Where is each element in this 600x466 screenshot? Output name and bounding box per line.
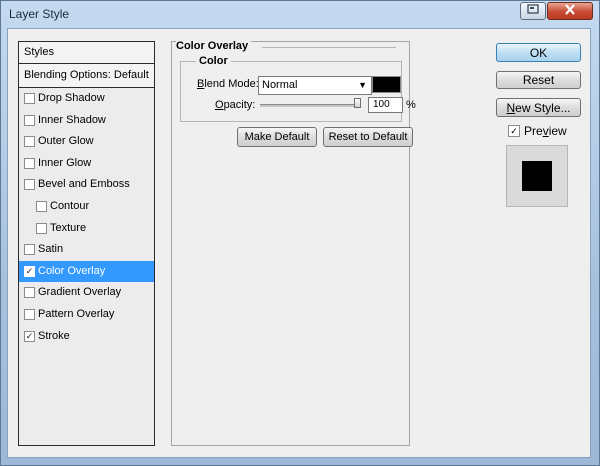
style-item[interactable]: ✓ Stroke [19, 326, 154, 348]
new-style-text: ew Style... [515, 101, 571, 115]
style-item[interactable]: Texture [19, 218, 154, 240]
style-checkbox[interactable] [24, 244, 35, 256]
style-item[interactable]: ✓ Color Overlay [19, 260, 154, 283]
opacity-slider-thumb[interactable] [354, 98, 361, 108]
style-checkbox[interactable] [36, 222, 47, 234]
window-title: Layer Style [9, 7, 70, 21]
styles-header[interactable]: Styles [19, 42, 154, 64]
style-checkbox[interactable]: ✓ [24, 330, 35, 342]
styles-list: Styles Blending Options: Default Drop Sh… [18, 41, 155, 446]
style-item-label: Satin [38, 243, 64, 256]
style-item[interactable]: Inner Glow [19, 153, 154, 175]
opacity-label: Opacity: [215, 99, 255, 111]
style-checkbox[interactable] [24, 114, 35, 126]
opacity-label-accel: O [215, 99, 224, 111]
style-item[interactable]: Outer Glow [19, 131, 154, 153]
style-item[interactable]: Gradient Overlay [19, 282, 154, 304]
style-item[interactable]: Bevel and Emboss [19, 174, 154, 196]
reset-to-default-button[interactable]: Reset to Default [323, 127, 413, 147]
style-item[interactable]: Satin [19, 239, 154, 261]
style-item[interactable]: Inner Shadow [19, 110, 154, 132]
blend-mode-value: Normal [262, 79, 298, 91]
help-icon [527, 4, 539, 18]
style-item-label: Gradient Overlay [38, 286, 122, 299]
new-style-button[interactable]: New Style... [496, 98, 581, 117]
new-style-accel: N [506, 101, 516, 115]
preview-checkbox[interactable]: ✓ [508, 125, 520, 137]
style-item-label: Texture [50, 221, 87, 234]
preview-label: Preview [524, 124, 567, 138]
style-items: Drop Shadow Inner Shadow Outer Glow Inner G… [19, 88, 154, 347]
opacity-slider-track[interactable] [260, 104, 360, 107]
blend-mode-select[interactable]: Normal ▼ [258, 76, 372, 95]
group-title: Color Overlay [176, 40, 252, 52]
opacity-label-text: pacity: [223, 99, 256, 111]
style-item-label: Stroke [38, 329, 70, 342]
group-divider [262, 47, 396, 48]
chevron-down-icon: ▼ [358, 80, 367, 90]
reset-button[interactable]: Reset [496, 71, 581, 89]
style-item-label: Outer Glow [38, 135, 94, 148]
blending-options-item[interactable]: Blending Options: Default [19, 64, 154, 88]
style-item[interactable]: Drop Shadow [19, 88, 154, 110]
style-item-label: Color Overlay [38, 264, 106, 277]
preview-swatch [522, 161, 552, 191]
blend-mode-label: Blend Mode: [197, 78, 259, 90]
style-checkbox[interactable] [24, 157, 35, 169]
make-default-button[interactable]: Make Default [237, 127, 317, 147]
style-item-label: Inner Glow [38, 156, 92, 169]
style-item-label: Bevel and Emboss [38, 178, 130, 191]
style-item-label: Pattern Overlay [38, 307, 115, 320]
style-checkbox[interactable] [24, 179, 35, 191]
close-button[interactable] [547, 2, 593, 20]
preview-label-pre: Pre [524, 124, 543, 138]
style-checkbox[interactable]: ✓ [24, 265, 35, 277]
help-button[interactable] [520, 2, 546, 20]
style-checkbox[interactable] [24, 136, 35, 148]
opacity-input[interactable]: 100 [368, 97, 403, 113]
style-checkbox[interactable] [24, 308, 35, 320]
opacity-unit: % [406, 99, 416, 111]
overlay-color-swatch[interactable] [372, 76, 401, 93]
style-item-label: Inner Shadow [38, 113, 106, 126]
style-item-label: Drop Shadow [38, 92, 105, 104]
style-checkbox[interactable] [36, 200, 47, 212]
style-item[interactable]: Contour [19, 196, 154, 218]
style-item[interactable]: Pattern Overlay [19, 304, 154, 326]
style-checkbox[interactable] [24, 93, 35, 104]
title-bar[interactable]: Layer Style [1, 1, 599, 29]
blend-mode-label-text: lend Mode: [204, 78, 259, 90]
ok-button[interactable]: OK [496, 43, 581, 62]
close-icon [564, 4, 576, 18]
style-checkbox[interactable] [24, 287, 35, 299]
preview-label-post: iew [548, 124, 567, 138]
color-fieldset-label: Color [196, 55, 231, 67]
check-icon: ✓ [510, 126, 518, 136]
preview-thumbnail [506, 145, 568, 207]
style-item-label: Contour [50, 199, 90, 212]
